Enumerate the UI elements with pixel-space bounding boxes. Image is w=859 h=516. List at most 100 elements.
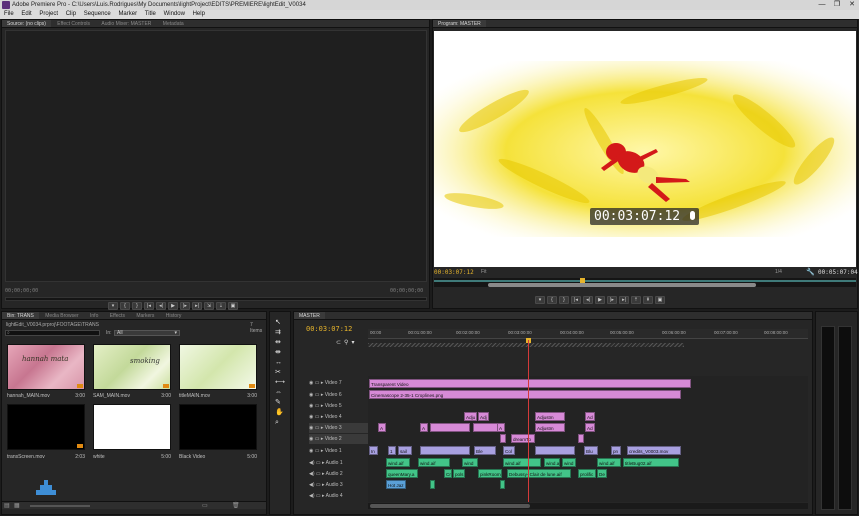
clip-a1[interactable]: wind.a	[544, 458, 560, 467]
clip-v2[interactable]: dreamTo	[511, 434, 535, 443]
insert-icon[interactable]: ⇲	[204, 302, 214, 310]
marker-icon[interactable]: ▾	[108, 302, 118, 310]
step-back-icon[interactable]: ◂|	[156, 302, 166, 310]
program-go-in-icon[interactable]: |◂	[571, 296, 581, 304]
tab-metadata[interactable]: Metadata	[158, 20, 189, 27]
tab-bin[interactable]: Bin: TRANS	[2, 312, 39, 319]
close-button[interactable]: ✕	[845, 0, 859, 10]
menu-sequence[interactable]: Sequence	[84, 11, 111, 17]
clip-v1[interactable]: pn	[611, 446, 621, 455]
track-header-video2[interactable]: ◉ ▭ ▸ Video 2	[309, 434, 368, 444]
menu-edit[interactable]: Edit	[21, 11, 31, 17]
step-forward-icon[interactable]: |▸	[180, 302, 190, 310]
eye-icon[interactable]: ◉ ▭ ▸	[309, 392, 325, 398]
eye-icon[interactable]: ◉ ▭ ▸	[309, 380, 325, 386]
overwrite-icon[interactable]: ⇣	[216, 302, 226, 310]
clip-v1[interactable]: 1	[388, 446, 396, 455]
menu-help[interactable]: Help	[193, 11, 205, 17]
tab-audio-mixer[interactable]: Audio Mixer: MASTER	[96, 20, 156, 27]
clip-v1-group[interactable]	[420, 446, 470, 455]
eye-icon[interactable]: ◉ ▭ ▸	[309, 414, 325, 420]
clip-a2[interactable]: De	[597, 469, 607, 478]
eye-icon[interactable]: ◉ ▭ ▸	[309, 436, 325, 442]
clip-a2[interactable]: Debussy- Clair de lune.aif	[507, 469, 571, 478]
eye-icon[interactable]: ◉ ▭ ▸	[309, 425, 325, 431]
track-header-video7[interactable]: ◉ ▭ ▸ Video 7	[309, 378, 368, 388]
thumb-transscreen[interactable]	[7, 404, 85, 450]
export-frame-icon[interactable]: ▣	[228, 302, 238, 310]
program-scrubber[interactable]	[434, 278, 856, 287]
tab-master-sequence[interactable]: MASTER	[294, 312, 325, 319]
thumb-title[interactable]	[179, 344, 257, 390]
speaker-icon[interactable]: ◀) ▭ ▸	[309, 493, 326, 499]
source-scrubber[interactable]	[5, 297, 427, 301]
play-icon[interactable]: ▶	[168, 302, 178, 310]
clip-v4[interactable]: Adj	[478, 412, 489, 421]
clip-a1[interactable]: wind.aif	[597, 458, 621, 467]
extract-icon[interactable]: ⇞	[643, 296, 653, 304]
track-header-audio2[interactable]: ◀) ▭ ▸ Audio 2	[309, 469, 368, 479]
clip-v7[interactable]: Transparent Video	[369, 379, 691, 388]
program-video-frame[interactable]: 00:03:07:12	[434, 31, 856, 267]
clip-v3[interactable]: Ad	[585, 423, 595, 432]
program-mark-in-icon[interactable]: {	[547, 296, 557, 304]
tab-markers[interactable]: Markers	[131, 312, 159, 319]
track-header-video3[interactable]: ◉ ▭ ▸ Video 3	[309, 423, 368, 433]
snap-icon[interactable]: ⊂	[336, 339, 341, 346]
transition-thumb-icon[interactable]	[36, 480, 56, 496]
clip-v2-small[interactable]	[500, 434, 506, 443]
clip-a1[interactable]: wind.aif	[418, 458, 450, 467]
menu-marker[interactable]: Marker	[118, 11, 137, 17]
go-to-in-icon[interactable]: |◂	[144, 302, 154, 310]
thumb-sam[interactable]: smoking	[93, 344, 171, 390]
clip-a2[interactable]: prolific	[578, 469, 596, 478]
clip-v1[interactable]: Ble	[474, 446, 496, 455]
clip-a2[interactable]: pinkRoom	[478, 469, 502, 478]
program-export-frame-icon[interactable]: ▣	[655, 296, 665, 304]
clip-a3-small[interactable]	[430, 480, 435, 489]
thumb-white[interactable]	[93, 404, 171, 450]
clip-v1[interactable]: Col	[503, 446, 515, 455]
clip-v3[interactable]: A	[420, 423, 428, 432]
track-header-video5[interactable]: ◉ ▭ ▸ Video 5	[309, 401, 368, 411]
program-step-back-icon[interactable]: ◂|	[583, 296, 593, 304]
clip-v1[interactable]: credits_V0003.mov	[627, 446, 681, 455]
clip-a1[interactable]: wind	[462, 458, 478, 467]
tab-history[interactable]: History	[161, 312, 187, 319]
program-quality-select[interactable]: 1/4	[775, 269, 782, 275]
razor-tool-icon[interactable]: ✂	[275, 368, 285, 377]
settings-wrench-icon[interactable]: 🔧	[806, 268, 815, 276]
clip-a1[interactable]: wind.aif	[503, 458, 541, 467]
clip-v4[interactable]: Adjustm	[535, 412, 565, 421]
program-step-forward-icon[interactable]: |▸	[607, 296, 617, 304]
speaker-icon[interactable]: ◀) ▭ ▸	[309, 482, 326, 488]
clip-a3[interactable]: Hot Jaz	[386, 480, 406, 489]
icon-view-icon[interactable]: ▦	[14, 502, 20, 509]
link-icon[interactable]: ⚲	[344, 339, 348, 346]
program-mark-out-icon[interactable]: }	[559, 296, 569, 304]
timeline-ruler[interactable]: 00:00 00:01:00:00 00:02:00:00 00:03:00:0…	[368, 329, 808, 339]
lift-icon[interactable]: ⇡	[631, 296, 641, 304]
clip-v1[interactable]: In	[369, 446, 378, 455]
ripple-edit-tool-icon[interactable]: ⇹	[275, 338, 285, 347]
tab-media-browser[interactable]: Media Browser	[40, 312, 83, 319]
menu-file[interactable]: File	[4, 11, 14, 17]
clip-v1[interactable]: sail	[398, 446, 412, 455]
menu-window[interactable]: Window	[164, 11, 185, 17]
program-current-timecode[interactable]: 00:03:07:12	[434, 269, 474, 276]
work-area-bar[interactable]	[368, 343, 684, 347]
slide-tool-icon[interactable]: ⇔	[275, 388, 285, 397]
tab-source[interactable]: Source: (no clips)	[2, 20, 51, 27]
rate-stretch-tool-icon[interactable]: ↔	[275, 358, 285, 367]
pen-tool-icon[interactable]: ✎	[275, 398, 285, 407]
selection-tool-icon[interactable]: ↖	[275, 318, 285, 327]
program-go-out-icon[interactable]: ▸|	[619, 296, 629, 304]
program-zoom-bar[interactable]	[488, 283, 756, 287]
clip-v3-group[interactable]	[430, 423, 470, 432]
clip-v1-group-b[interactable]	[535, 446, 575, 455]
source-viewer[interactable]	[5, 30, 427, 282]
clip-a1[interactable]: wind	[562, 458, 576, 467]
clip-v3[interactable]: Adjustm	[535, 423, 565, 432]
thumb-hannah[interactable]: hannah mata	[7, 344, 85, 390]
add-marker-icon[interactable]: ▾	[351, 339, 354, 346]
